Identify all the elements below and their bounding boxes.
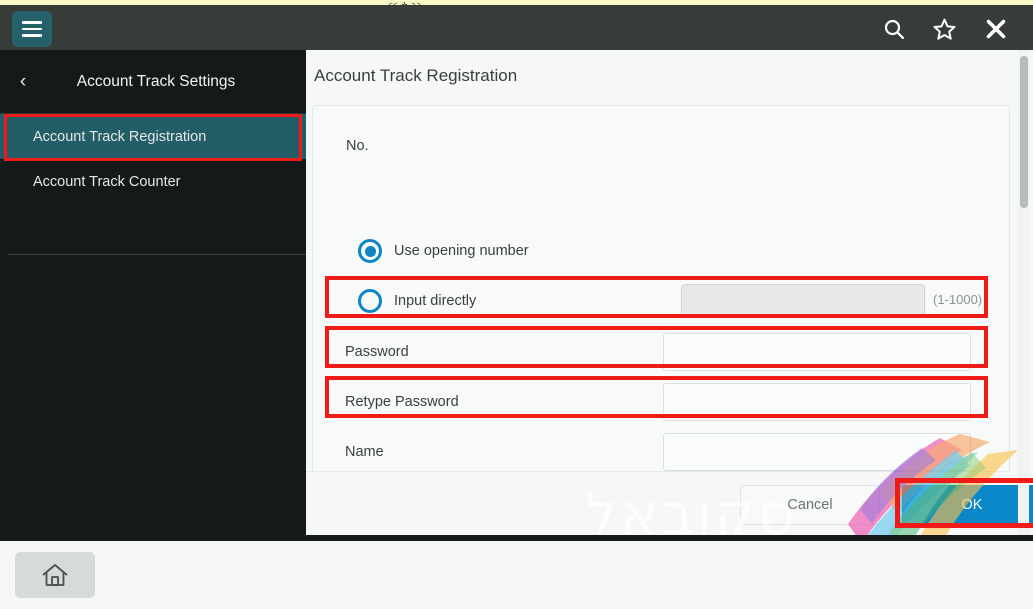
retype-password-label: Retype Password [345, 394, 459, 410]
dialog-footer: Cancel OK [306, 471, 1033, 535]
radio-input-directly[interactable]: Input directly [358, 289, 476, 313]
field-row-retype-password: Retype Password [323, 381, 1001, 423]
hamburger-bar-1 [22, 21, 42, 24]
radio-label: Input directly [394, 293, 477, 309]
bottom-bar [0, 541, 1033, 609]
close-icon[interactable] [979, 13, 1013, 45]
password-label: Password [345, 344, 409, 360]
app-header [0, 5, 1033, 50]
home-icon[interactable] [15, 552, 95, 598]
radio-use-opening-number[interactable]: Use opening number [358, 239, 529, 263]
sidebar-item-label: Account Track Registration [33, 128, 207, 145]
sidebar-item-account-track-counter[interactable]: Account Track Counter [0, 159, 306, 204]
radio-checked-icon [358, 239, 382, 263]
password-input[interactable] [663, 333, 971, 371]
name-label: Name [345, 444, 384, 460]
search-icon[interactable] [877, 13, 911, 45]
retype-password-input[interactable] [663, 383, 971, 421]
field-row-password: Password [323, 331, 1001, 373]
main-panel: Account Track Registration No. Use openi… [306, 50, 1033, 535]
sidebar-divider [8, 254, 306, 255]
no-label: No. [346, 138, 369, 154]
sidebar-item-label: Account Track Counter [33, 173, 181, 190]
cancel-button[interactable]: Cancel [740, 485, 880, 525]
hamburger-bar-3 [22, 34, 42, 37]
sidebar-title: Account Track Settings [76, 72, 236, 90]
scrollbar-thumb[interactable] [1020, 56, 1028, 208]
radio-label: Use opening number [394, 243, 529, 259]
ok-button[interactable]: OK [902, 485, 1033, 525]
sidebar-item-account-track-registration[interactable]: Account Track Registration [0, 114, 306, 159]
radio-dot [364, 245, 376, 257]
hamburger-icon[interactable] [12, 11, 52, 47]
sidebar-header: ‹ Account Track Settings [0, 50, 306, 114]
name-input[interactable] [663, 433, 971, 471]
page-title: Account Track Registration [314, 66, 518, 85]
number-input[interactable] [681, 284, 925, 317]
star-icon[interactable] [927, 13, 961, 45]
settings-card: No. Use opening number Input directly (1… [312, 105, 1010, 517]
app-screen: << ✛ >> ‹ [0, 0, 1033, 609]
field-row-name: Name [323, 431, 1001, 473]
number-range-hint: (1-1000) [933, 292, 983, 307]
back-chevron-icon[interactable]: ‹ [0, 50, 46, 114]
sidebar: ‹ Account Track Settings Account Track R… [0, 50, 306, 535]
hamburger-bar-2 [22, 27, 42, 31]
radio-unchecked-icon [358, 289, 382, 313]
